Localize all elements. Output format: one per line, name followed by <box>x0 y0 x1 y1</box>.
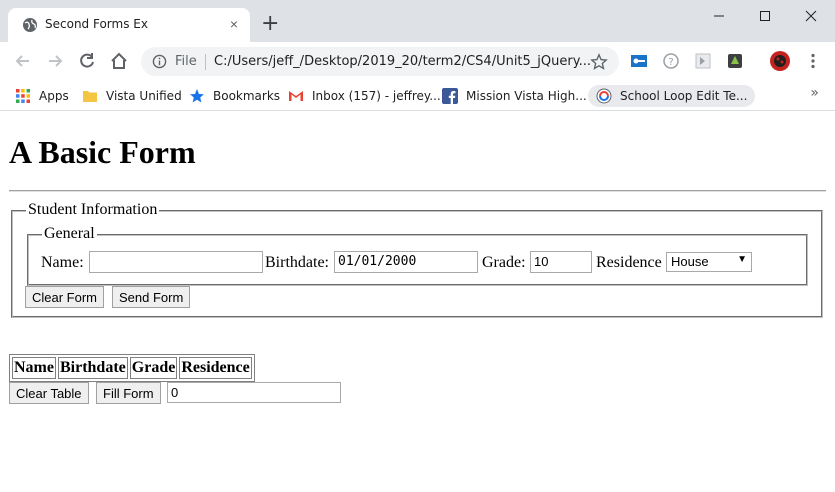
profile-avatar[interactable] <box>769 50 791 72</box>
residence-selected-value: House <box>671 254 709 269</box>
page-title: A Basic Form <box>9 134 196 170</box>
table-header-name: Name <box>12 357 56 379</box>
grade-label: Grade: <box>482 254 526 271</box>
birthdate-label: Birthdate: <box>265 254 329 271</box>
bookmark-label: Inbox (157) - jeffrey... <box>312 89 441 103</box>
back-arrow-icon[interactable] <box>13 51 33 71</box>
media-extension-icon[interactable] <box>694 52 712 70</box>
dropdown-arrow-icon: ▼ <box>737 254 747 265</box>
table-header-row: Name Birthdate Grade Residence <box>12 357 252 379</box>
counter-input[interactable]: 0 <box>167 382 341 403</box>
globe-icon <box>23 18 37 32</box>
help-extension-icon[interactable]: ? <box>662 52 680 70</box>
tab-title: Second Forms Ex <box>45 17 148 31</box>
new-tab-button[interactable]: + <box>261 13 279 35</box>
bookmark-star-icon[interactable] <box>590 53 608 71</box>
facebook-icon <box>442 88 458 104</box>
general-fieldset: General Name: Birthdate: 01/01/2000 Grad… <box>27 225 808 286</box>
reload-icon[interactable] <box>77 51 97 71</box>
bookmark-label: Bookmarks <box>213 89 281 103</box>
bookmark-apps[interactable]: Apps <box>15 85 69 107</box>
star-icon <box>190 89 204 103</box>
name-input[interactable] <box>89 251 263 273</box>
bookmark-label: Mission Vista High... <box>466 89 587 103</box>
student-information-fieldset: Student Information General Name: Birthd… <box>11 201 823 318</box>
bookmarks-bar: Apps Vista Unified Bookmarks Inbox (157)… <box>0 80 835 111</box>
clear-form-button[interactable]: Clear Form <box>25 286 105 308</box>
browser-toolbar: File C:/Users/jeff_/Desktop/2019_20/term… <box>0 42 835 80</box>
fill-form-button[interactable]: Fill Form <box>96 382 161 404</box>
browser-tab[interactable]: Second Forms Ex × <box>8 8 250 42</box>
browser-titlebar: Second Forms Ex × + <box>0 0 835 42</box>
minimize-icon[interactable] <box>696 4 742 28</box>
bookmark-bookmarks[interactable]: Bookmarks <box>189 85 280 107</box>
close-window-icon[interactable] <box>788 4 834 28</box>
tab-close-icon[interactable]: × <box>230 16 238 32</box>
apps-grid-icon <box>16 89 30 103</box>
gmail-icon <box>289 91 303 101</box>
home-icon[interactable] <box>109 51 129 71</box>
name-label: Name: <box>41 254 84 271</box>
residence-select[interactable]: House ▼ <box>666 252 752 272</box>
info-icon[interactable] <box>152 54 167 69</box>
bookmark-inbox[interactable]: Inbox (157) - jeffrey... <box>288 85 441 107</box>
table-header-residence: Residence <box>179 357 252 379</box>
table-header-birthdate: Birthdate <box>57 357 128 379</box>
bookmark-label: Vista Unified <box>106 89 182 103</box>
bookmark-vista-unified[interactable]: Vista Unified <box>82 85 182 107</box>
send-form-button[interactable]: Send Form <box>112 286 191 308</box>
url-text[interactable]: C:/Users/jeff_/Desktop/2019_20/term2/CS4… <box>214 54 591 69</box>
bookmark-label: Apps <box>39 89 69 103</box>
grade-input[interactable]: 10 <box>530 251 592 273</box>
url-separator <box>205 54 206 70</box>
student-table: Name Birthdate Grade Residence <box>9 354 255 382</box>
table-header-grade: Grade <box>129 357 178 379</box>
key-extension-icon[interactable] <box>630 52 648 70</box>
svg-text:?: ? <box>668 57 673 68</box>
forward-arrow-icon[interactable] <box>45 51 65 71</box>
url-scheme: File <box>175 54 197 69</box>
tag-extension-icon[interactable] <box>726 52 744 70</box>
bookmark-mission-vista[interactable]: Mission Vista High... <box>442 85 587 107</box>
page-content: A Basic Form Student Information General… <box>0 112 835 492</box>
folder-icon <box>83 91 97 102</box>
birthdate-input[interactable]: 01/01/2000 <box>334 251 478 273</box>
bookmark-label: School Loop Edit Te... <box>620 89 748 103</box>
clear-table-button[interactable]: Clear Table <box>9 382 89 404</box>
bookmark-school-loop[interactable]: School Loop Edit Te... <box>588 85 756 107</box>
horizontal-rule <box>9 190 826 192</box>
schoolloop-icon <box>596 88 612 104</box>
general-legend: General <box>42 225 97 243</box>
maximize-icon[interactable] <box>742 4 788 28</box>
bookmarks-overflow-icon[interactable]: » <box>810 85 819 101</box>
menu-kebab-icon[interactable] <box>804 52 822 70</box>
address-bar[interactable]: File C:/Users/jeff_/Desktop/2019_20/term… <box>141 47 619 76</box>
fieldset-legend: Student Information <box>26 201 160 219</box>
residence-label: Residence <box>596 254 662 271</box>
